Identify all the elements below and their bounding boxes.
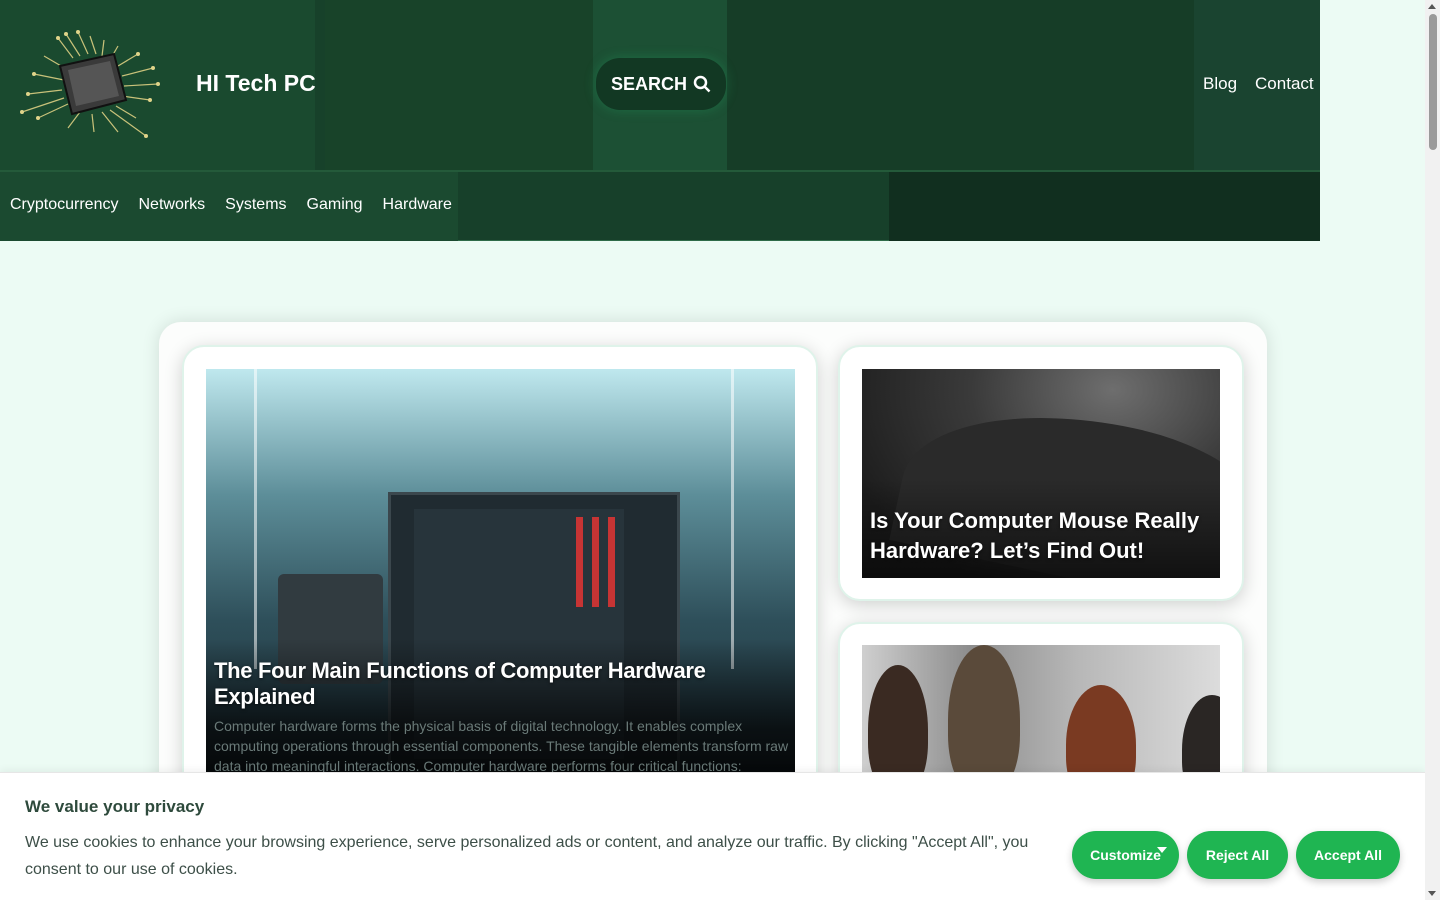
scrollbar[interactable] — [1425, 0, 1440, 900]
top-nav: Blog Contact — [1203, 74, 1314, 94]
chevron-down-icon — [1157, 847, 1167, 853]
light-bar — [731, 369, 734, 669]
site-header: HI Tech PC SEARCH Blog Contact — [0, 0, 1320, 170]
person-shape — [948, 645, 1020, 785]
chip-logo-icon[interactable] — [18, 28, 168, 140]
cookie-banner: We value your privacy We use cookies to … — [0, 772, 1425, 900]
accept-all-button[interactable]: Accept All — [1296, 831, 1400, 879]
site-title[interactable]: HI Tech PC — [196, 70, 316, 97]
reject-all-button[interactable]: Reject All — [1187, 831, 1288, 879]
contact-link[interactable]: Contact — [1255, 74, 1314, 94]
category-nav: Cryptocurrency Networks Systems Gaming H… — [0, 170, 1320, 241]
ram-stick — [576, 517, 583, 607]
nav-item-systems[interactable]: Systems — [225, 196, 286, 214]
search-button[interactable]: SEARCH — [596, 58, 726, 110]
scroll-down-icon[interactable] — [1428, 891, 1436, 896]
scroll-up-icon[interactable] — [1428, 4, 1436, 9]
featured-post-title[interactable]: The Four Main Functions of Computer Hard… — [214, 658, 794, 710]
light-bar — [254, 369, 257, 669]
ram-stick — [592, 517, 599, 607]
search-label: SEARCH — [610, 73, 687, 94]
nav-item-cryptocurrency[interactable]: Cryptocurrency — [10, 196, 118, 214]
side-post-image[interactable] — [862, 645, 1220, 785]
scrollbar-thumb[interactable] — [1429, 14, 1437, 150]
cookie-text: We use cookies to enhance your browsing … — [25, 834, 1029, 878]
blog-link[interactable]: Blog — [1203, 74, 1237, 94]
category-list: Cryptocurrency Networks Systems Gaming H… — [10, 196, 452, 214]
nav-item-gaming[interactable]: Gaming — [307, 196, 363, 214]
person-shape — [1066, 685, 1136, 785]
ram-stick — [608, 517, 615, 607]
cookie-heading: We value your privacy — [25, 797, 205, 816]
customize-button[interactable]: Customize — [1072, 831, 1179, 879]
side-post-title[interactable]: Is Your Computer Mouse Really Hardware? … — [870, 506, 1210, 566]
nav-block — [889, 172, 1320, 241]
customize-label: Customize — [1090, 847, 1161, 863]
nav-item-networks[interactable]: Networks — [138, 196, 205, 214]
nav-item-hardware[interactable]: Hardware — [383, 196, 452, 214]
person-shape — [868, 665, 928, 785]
header-panel — [325, 0, 593, 170]
featured-post-excerpt: Computer hardware forms the physical bas… — [214, 718, 789, 774]
header-panel — [727, 0, 1194, 170]
search-icon — [693, 75, 711, 93]
